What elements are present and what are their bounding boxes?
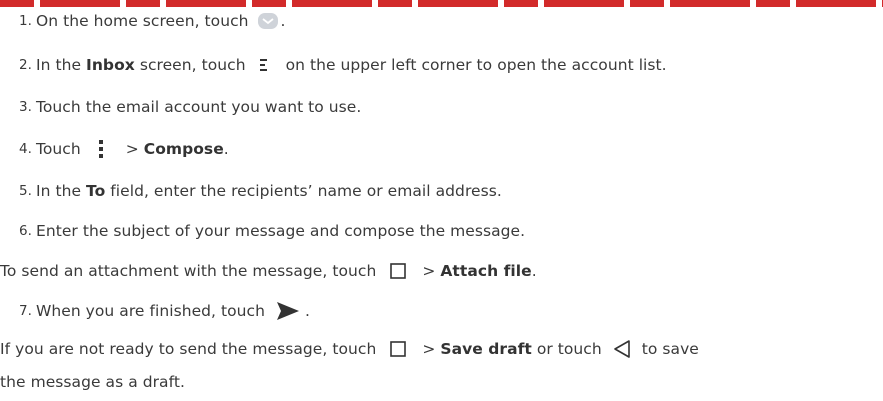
- attachment-note: To send an attachment with the message, …: [0, 262, 537, 280]
- step-3: 3. Touch the email account you want to u…: [19, 98, 362, 116]
- menu-icon: [259, 58, 268, 72]
- step-1: 1. On the home screen, touch .: [19, 11, 286, 31]
- square-menu-icon: [390, 341, 407, 357]
- attach-file-label: Attach file: [440, 262, 532, 280]
- step-4: 4. Touch > Compose .: [19, 140, 229, 158]
- square-menu-icon: [390, 263, 407, 279]
- to-field-label: To: [86, 182, 106, 200]
- step-7: 7. When you are finished, touch .: [19, 302, 310, 320]
- step-6: 6. Enter the subject of your message and…: [19, 222, 526, 240]
- more-vertical-icon: [98, 140, 104, 158]
- save-draft-label: Save draft: [440, 340, 532, 358]
- back-triangle-icon: [613, 340, 630, 358]
- send-icon: [276, 302, 299, 320]
- step-5: 5. In the To field, enter the recipients…: [19, 182, 502, 200]
- inbox-label: Inbox: [86, 56, 135, 74]
- compose-label: Compose: [143, 140, 224, 158]
- draft-note-continued: the message as a draft.: [0, 373, 185, 391]
- cropped-heading: [0, 0, 883, 7]
- step-2: 2. In the Inbox screen, touch on the upp…: [19, 56, 667, 74]
- email-app-icon: [257, 11, 279, 31]
- draft-note: If you are not ready to send the message…: [0, 340, 699, 358]
